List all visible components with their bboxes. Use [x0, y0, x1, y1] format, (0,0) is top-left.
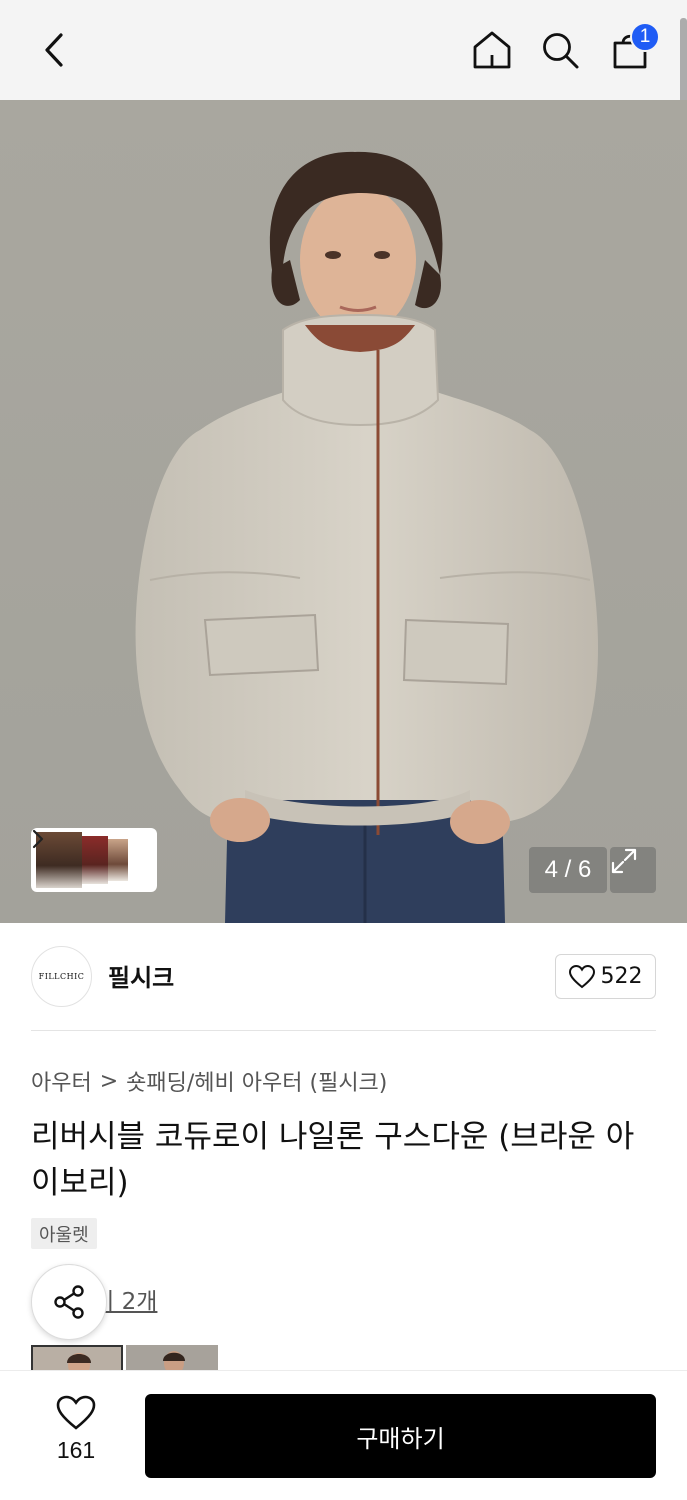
share-icon	[54, 1285, 84, 1319]
image-counter: 4 / 6	[529, 847, 607, 893]
home-button[interactable]	[466, 24, 518, 76]
share-button[interactable]	[31, 1264, 107, 1340]
gallery-thumbnail[interactable]	[108, 839, 128, 881]
gallery-thumbnail-strip[interactable]	[31, 828, 157, 892]
product-image-gallery[interactable]: 4 / 6	[0, 100, 687, 923]
brand-name[interactable]: 필시크	[108, 958, 174, 993]
gallery-thumbnail[interactable]	[82, 836, 108, 884]
cart-count-badge: 1	[630, 22, 660, 52]
wishlist-count: 161	[56, 1437, 96, 1463]
brand-logo[interactable]: FILLCHIC	[31, 946, 92, 1007]
brand-logo-text: FILLCHIC	[38, 972, 85, 981]
breadcrumb-separator: >	[99, 1068, 119, 1094]
breadcrumb: 아우터 > 숏패딩/헤비 아우터 (필시크)	[31, 1065, 387, 1097]
back-button[interactable]	[28, 24, 80, 76]
brand-like-button[interactable]: 522	[555, 954, 656, 999]
brand-like-count: 522	[600, 964, 643, 989]
outlet-badge: 아울렛	[31, 1218, 97, 1249]
gallery-thumbnails	[34, 831, 130, 889]
fullscreen-button[interactable]	[610, 847, 656, 893]
wishlist-button[interactable]: 161	[36, 1395, 116, 1475]
expand-icon	[611, 848, 637, 874]
product-title: 리버시블 코듀로이 나일론 구스다운 (브라운 아이보리)	[31, 1119, 635, 1201]
product-photo	[0, 100, 687, 923]
breadcrumb-category[interactable]: 아우터	[31, 1065, 92, 1097]
top-navigation-bar: 1	[0, 0, 687, 100]
cart-button[interactable]: 1	[604, 22, 660, 76]
bottom-action-bar: 161 구매하기	[0, 1370, 687, 1500]
section-divider	[31, 1030, 656, 1031]
back-icon	[45, 33, 63, 67]
heart-icon	[568, 964, 595, 988]
heart-icon	[56, 1395, 96, 1430]
home-icon	[473, 31, 511, 69]
search-icon	[543, 33, 579, 69]
buy-button[interactable]: 구매하기	[145, 1394, 656, 1478]
search-button[interactable]	[534, 24, 586, 76]
brand-row: FILLCHIC 필시크 522	[31, 946, 656, 1008]
breadcrumb-subcategory[interactable]: 숏패딩/헤비 아우터 (필시크)	[126, 1065, 387, 1097]
